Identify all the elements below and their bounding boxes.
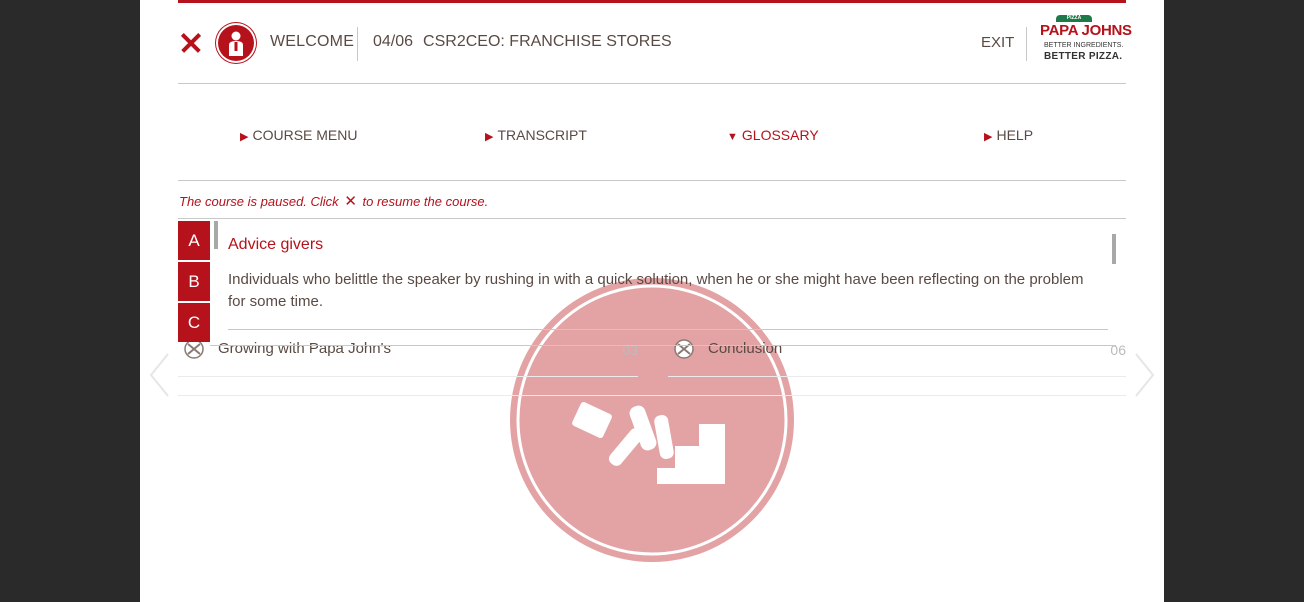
divider [357, 27, 358, 61]
glossary-scrollbar[interactable] [1112, 234, 1116, 264]
triangle-right-icon: ▶ [485, 131, 494, 143]
nav-course-menu[interactable]: ▶ COURSE MENU [240, 127, 357, 143]
glossary-letter-b[interactable]: B [178, 262, 210, 301]
divider [178, 218, 1126, 219]
triangle-right-icon: ▶ [984, 131, 993, 143]
course-number: 04/06 [373, 33, 414, 50]
chevron-left-icon[interactable] [148, 352, 170, 398]
chevron-right-icon[interactable] [1134, 352, 1156, 398]
glossary-definition: Individuals who belittle the speaker by … [228, 271, 1084, 310]
glossary-term: Advice givers [228, 236, 324, 253]
divider [1026, 27, 1027, 61]
triangle-down-icon: ▼ [727, 131, 738, 143]
main-nav: ▶ COURSE MENU ▶ TRANSCRIPT ▼ GLOSSARY ▶ HELP [178, 84, 1126, 181]
chef-icon [229, 31, 243, 56]
letter-scrollbar[interactable] [214, 221, 218, 249]
close-icon[interactable] [180, 33, 200, 53]
exit-button[interactable]: EXIT [981, 34, 1014, 51]
paused-notice: The course is paused. Click ✕ to resume … [179, 193, 489, 210]
glossary-entry: Advice givers Individuals who belittle t… [228, 221, 1112, 345]
glossary-letter-a[interactable]: A [178, 221, 210, 260]
divider [228, 329, 1108, 330]
glossary-letter-c[interactable]: C [178, 303, 210, 342]
course-page: Growing with Papa John's 03 Conclusion 0… [140, 0, 1164, 602]
triangle-right-icon: ▶ [240, 131, 249, 143]
glossary-letter-index: A B C [178, 221, 210, 344]
divider [178, 395, 1126, 396]
nav-transcript[interactable]: ▶ TRANSCRIPT [485, 127, 587, 143]
close-icon: ✕ [344, 193, 357, 210]
divider [210, 345, 1116, 346]
course-name: CSR2CEO: FRANCHISE STORES [423, 33, 672, 50]
header: WELCOME 04/06 CSR2CEO: FRANCHISE STORES E… [178, 3, 1132, 84]
welcome-link[interactable]: WELCOME [270, 33, 354, 51]
course-title: 04/06 CSR2CEO: FRANCHISE STORES [373, 33, 672, 51]
nav-help[interactable]: ▶ HELP [984, 127, 1033, 143]
nav-glossary[interactable]: ▼ GLOSSARY [727, 127, 819, 143]
papa-johns-logo: PIZZA PAPA JOHNS BETTER INGREDIENTS. BET… [1040, 15, 1132, 62]
papa-john-avatar [218, 25, 254, 61]
